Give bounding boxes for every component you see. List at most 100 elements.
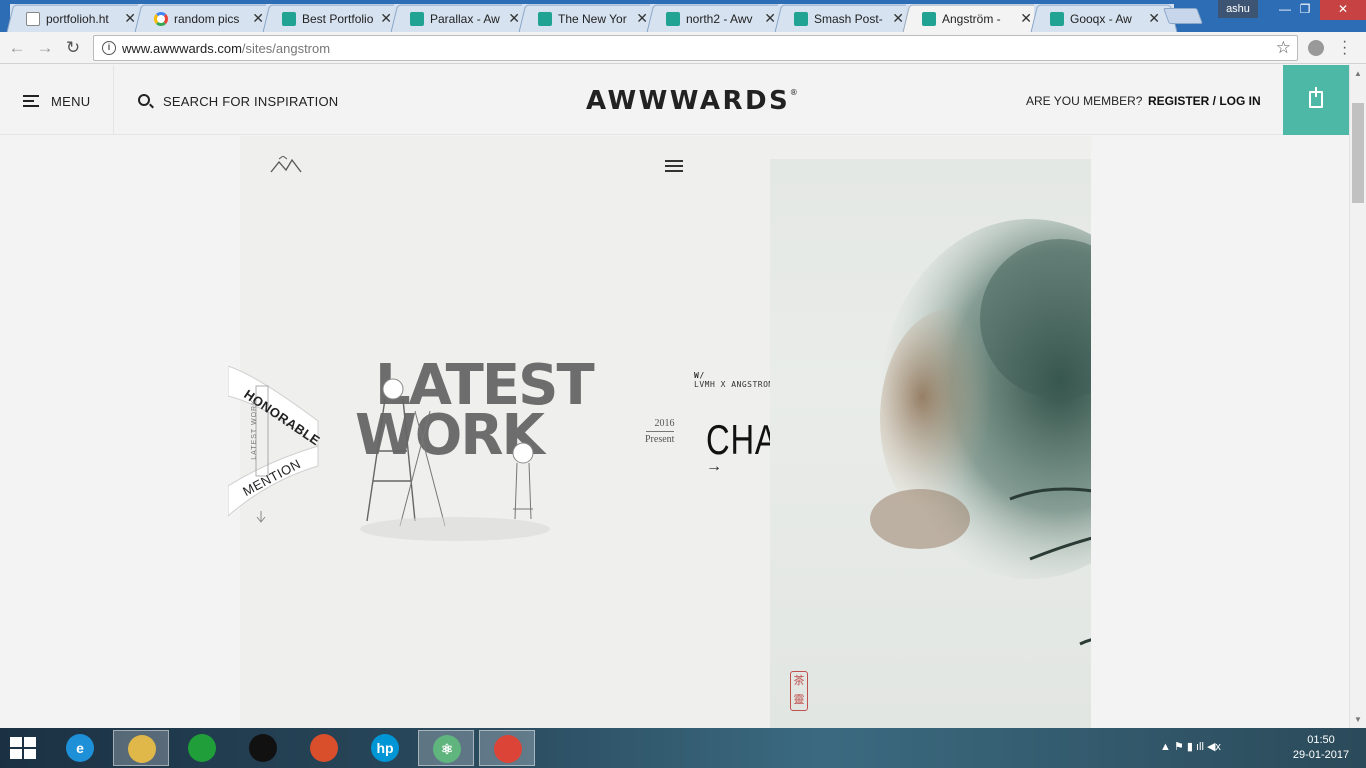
windows-start-icon[interactable] <box>10 737 38 759</box>
ladder-figures-illustration <box>360 378 550 541</box>
browser-tabstrip: portfolioh.ht ✕ random pics ✕ Best Portfolio… <box>0 0 1366 33</box>
address-bar[interactable]: i www.awwwards.com/sites/angstrom ☆ <box>93 35 1298 61</box>
awwwards-icon <box>538 12 552 26</box>
register-login-link[interactable]: REGISTER / LOG IN <box>1148 94 1261 108</box>
clock-time: 01:50 <box>1307 734 1335 746</box>
taskbar-app-button[interactable] <box>296 730 352 766</box>
doc-icon <box>26 12 40 26</box>
tag-line2: LVMH X ANGSTROM <box>694 380 774 389</box>
tree-photograph: 茶靈 <box>770 159 1091 728</box>
clock-date: 29-01-2017 <box>1292 749 1350 761</box>
profile-button[interactable]: ashu <box>1218 0 1258 18</box>
browser-tab[interactable]: portfolioh.ht ✕ <box>6 4 154 33</box>
tab-close-icon[interactable]: ✕ <box>508 10 520 27</box>
arrow-right-icon[interactable]: → <box>706 458 722 476</box>
taskbar-app-button[interactable] <box>113 730 169 766</box>
scrollbar-thumb[interactable] <box>1352 103 1364 203</box>
awwwards-icon <box>1050 12 1064 26</box>
reload-button[interactable]: ↻ <box>62 37 84 59</box>
url-text[interactable]: www.awwwards.com/sites/angstrom <box>122 41 330 56</box>
store-icon <box>188 734 216 762</box>
scroll-down-icon[interactable]: ▼ <box>1354 715 1362 724</box>
tab-close-icon[interactable]: ✕ <box>764 10 776 27</box>
tab-close-icon[interactable]: ✕ <box>380 10 392 27</box>
tag-line1: W/ <box>694 371 705 380</box>
awwwards-icon <box>410 12 424 26</box>
project-year: 2016 Present <box>645 418 675 445</box>
taskbar-app-button[interactable]: hp <box>357 730 413 766</box>
tab-title: Angström - <box>942 12 1001 26</box>
back-button[interactable]: ← <box>6 37 28 59</box>
awwwards-icon <box>666 12 680 26</box>
tab-close-icon[interactable]: ✕ <box>252 10 264 27</box>
member-question: ARE YOU MEMBER? <box>1026 94 1143 108</box>
search-input[interactable]: SEARCH FOR INSPIRATION <box>163 94 338 109</box>
awwwards-icon <box>922 12 936 26</box>
system-clock[interactable]: 01:50 29-01-2017 <box>1290 733 1352 763</box>
tab-title: Parallax - Aw <box>430 12 500 26</box>
tab-close-icon[interactable]: ✕ <box>892 10 904 27</box>
submit-site-button[interactable] <box>1283 65 1349 135</box>
taskbar-app-button[interactable]: ⚛ <box>418 730 474 766</box>
taskbar-app-button[interactable] <box>174 730 230 766</box>
site-info-icon[interactable]: i <box>102 41 116 55</box>
forward-button[interactable]: → <box>34 37 56 59</box>
registered-mark: ® <box>789 88 801 97</box>
browser-menu-icon[interactable]: · · · <box>1342 34 1347 62</box>
awwwards-icon <box>282 12 296 26</box>
tab-title: north2 - Awv <box>686 12 753 26</box>
browser-tab[interactable]: Gooqx - Aw ✕ <box>1030 4 1178 33</box>
taskbar-app-button[interactable]: e <box>52 730 108 766</box>
preview-menu-icon <box>665 160 683 172</box>
browser-tab[interactable]: north2 - Awv ✕ <box>646 4 794 33</box>
browser-tab[interactable]: Angström - ✕ <box>902 4 1050 33</box>
new-tab-button[interactable] <box>1163 8 1203 24</box>
latest-work-artwork: LATEST WORK <box>355 358 595 551</box>
browser-toolbar: ← → ↻ i www.awwwards.com/sites/angstrom … <box>0 32 1366 64</box>
atom-icon: ⚛ <box>433 735 461 763</box>
site-preview[interactable]: HONORABLE MENTION LATEST WORK LATEST WOR… <box>227 136 1091 728</box>
tab-close-icon[interactable]: ✕ <box>1148 10 1160 27</box>
url-host: www.awwwards.com <box>122 41 242 56</box>
taskbar-app-button[interactable] <box>235 730 291 766</box>
site-header: MENU SEARCH FOR INSPIRATION AWWWARDS ® AR… <box>0 65 1349 135</box>
internet-explorer-icon: e <box>66 734 94 762</box>
system-tray[interactable]: ▲ ⚑ ▮ ıll ◀x <box>1160 740 1221 753</box>
page-scrollbar[interactable]: ▲ ▼ <box>1349 65 1366 728</box>
browser-tab[interactable]: Smash Post- ✕ <box>774 4 922 33</box>
hamburger-icon <box>23 95 39 107</box>
browser-tab[interactable]: Best Portfolio ✕ <box>262 4 410 33</box>
google-icon <box>154 12 168 26</box>
extension-icon[interactable] <box>1308 40 1324 56</box>
awwwards-logo[interactable]: AWWWARDS ® <box>586 86 798 116</box>
restore-icon[interactable]: ❐ <box>1290 0 1320 20</box>
angstrom-logo-icon <box>270 155 302 179</box>
tab-close-icon[interactable]: ✕ <box>636 10 648 27</box>
bookmark-star-icon[interactable]: ☆ <box>1276 38 1291 58</box>
submit-document-icon <box>1309 87 1323 108</box>
collaboration-tag: W/ LVMH X ANGSTROM <box>694 371 774 389</box>
window-close-icon[interactable]: ✕ <box>1320 0 1366 20</box>
honorable-mention-ribbon: HONORABLE MENTION LATEST WORK <box>227 365 328 526</box>
url-path: /sites/angstrom <box>241 41 331 56</box>
menu-button[interactable]: MENU <box>0 65 114 135</box>
taskbar-app-button[interactable] <box>479 730 535 766</box>
search-icon[interactable] <box>138 94 150 106</box>
tab-close-icon[interactable]: ✕ <box>124 10 136 27</box>
seal-char-2: 靈 <box>793 694 805 706</box>
year-end: Present <box>645 434 675 445</box>
browser-tab[interactable]: Parallax - Aw ✕ <box>390 4 538 33</box>
browser-tab[interactable]: random pics ✕ <box>134 4 282 33</box>
browser-tab[interactable]: The New Yor ✕ <box>518 4 666 33</box>
tab-title: The New Yor <box>558 12 627 26</box>
hp-icon: hp <box>371 734 399 762</box>
tab-title: Smash Post- <box>814 12 883 26</box>
file-explorer-icon <box>128 735 156 763</box>
scroll-up-icon[interactable]: ▲ <box>1354 69 1362 78</box>
logo-text: AWWWARDS <box>586 86 791 116</box>
tree-illustration <box>870 219 1091 646</box>
ribbon-side-text: LATEST WORK <box>250 399 258 460</box>
tab-close-icon[interactable]: ✕ <box>1020 10 1032 27</box>
webcam-icon <box>249 734 277 762</box>
seal-char-1: 茶 <box>793 675 805 687</box>
